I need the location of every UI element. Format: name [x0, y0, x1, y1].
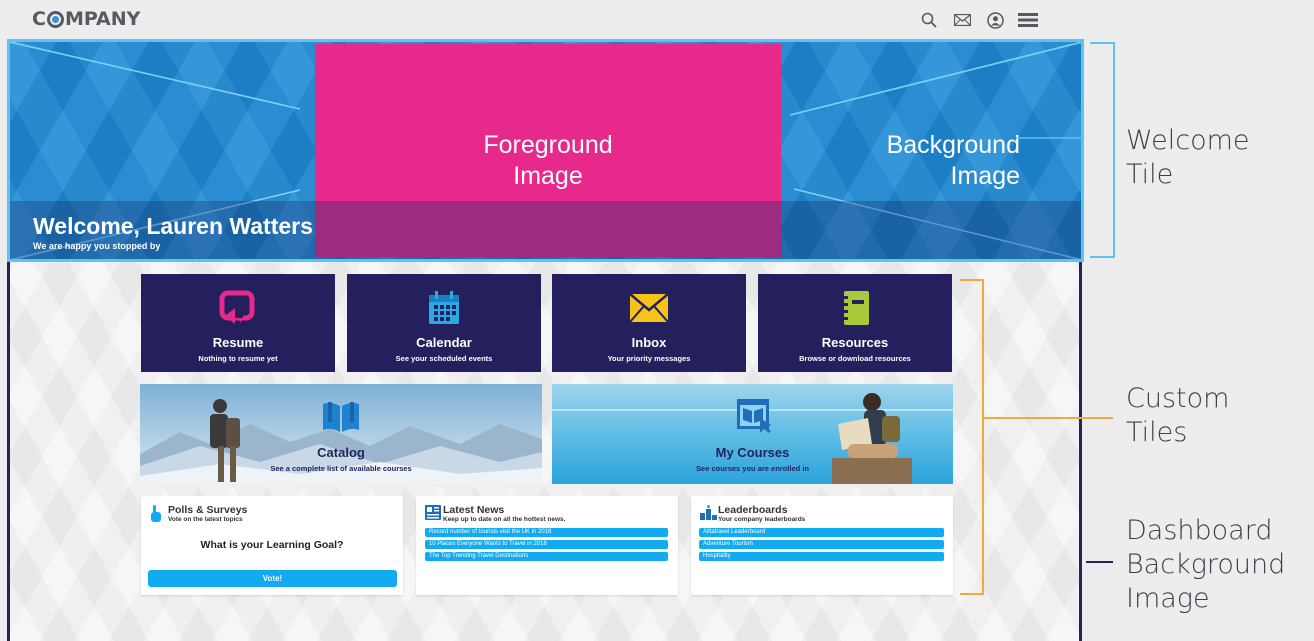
tile-my-courses[interactable]: My Courses See courses you are enrolled …: [552, 384, 953, 484]
polls-title: Polls & Surveys: [168, 504, 248, 516]
calendar-icon: [347, 290, 541, 326]
podium-icon: [700, 505, 717, 525]
news-card: Latest News Keep up to date on all the h…: [416, 496, 678, 595]
notebook-icon: [758, 290, 952, 326]
leaderboards-card: Leaderboards Your company leaderboards A…: [691, 496, 953, 595]
leaderboards-title: Leaderboards: [718, 504, 788, 516]
annotation-dash-line2: Background: [1126, 549, 1286, 580]
tile-title: Inbox: [631, 335, 667, 350]
news-subtitle: Keep up to date on all the hottest news.: [443, 516, 566, 523]
polls-card: Polls & Surveys Vote on the latest topic…: [141, 496, 403, 595]
annotation-custom-tiles: Custom Tiles: [1126, 382, 1229, 450]
annotation-dashboard-background: Dashboard Background Image: [1126, 514, 1285, 616]
tile-title: Catalog: [317, 445, 365, 460]
envelope-icon: [552, 294, 746, 322]
tile-subtitle: See your scheduled events: [395, 354, 493, 363]
page: C MPANY Foreground Image Background Imag…: [0, 0, 1314, 641]
tile-subtitle: See courses you are enrolled in: [696, 464, 809, 473]
resume-icon: [141, 290, 335, 326]
tile-title: Calendar: [416, 335, 472, 350]
leaderboard-item[interactable]: Hospitality: [699, 552, 944, 561]
vote-button[interactable]: Vote!: [148, 570, 397, 587]
tile-subtitle: See a complete list of available courses: [270, 464, 412, 473]
annotation-welcome-line1: Welcome: [1126, 125, 1250, 156]
poll-question: What is your Learning Goal?: [200, 539, 344, 551]
tile-title: My Courses: [715, 445, 790, 460]
tile-title: Resources: [821, 335, 889, 350]
annotation-custom-line1: Custom: [1126, 383, 1230, 414]
tile-catalog[interactable]: Catalog See a complete list of available…: [140, 384, 542, 484]
annotation-custom-line2: Tiles: [1126, 417, 1188, 448]
hand-pointer-icon: [150, 505, 162, 528]
leaderboards-subtitle: Your company leaderboards: [718, 516, 806, 523]
tile-subtitle: Browse or download resources: [799, 354, 911, 363]
news-item[interactable]: 10 Places Everyone Wants to Travel in 20…: [425, 540, 668, 549]
annotation-welcome-tile: Welcome Tile: [1126, 124, 1250, 192]
annotation-dash-line3: Image: [1126, 583, 1210, 614]
tile-title: Resume: [212, 335, 264, 350]
news-title: Latest News: [443, 504, 505, 516]
tile-subtitle: Nothing to resume yet: [198, 354, 278, 363]
tile-calendar[interactable]: Calendar See your scheduled events: [347, 274, 541, 372]
annotation-welcome-line2: Tile: [1126, 159, 1174, 190]
tile-subtitle: Your priority messages: [607, 354, 691, 363]
tile-resources[interactable]: Resources Browse or download resources: [758, 274, 952, 372]
news-item[interactable]: Record number of tourists visit the UK i…: [425, 528, 668, 537]
newspaper-icon: [425, 505, 441, 525]
leaderboard-item[interactable]: Adventure Tourism: [699, 540, 944, 549]
tile-inbox[interactable]: Inbox Your priority messages: [552, 274, 746, 372]
news-item[interactable]: The Top Trending Travel Destinations: [425, 552, 668, 561]
leaderboard-item[interactable]: Alltatravel Leaderboard: [699, 528, 944, 537]
polls-subtitle: Vote on the latest topics: [168, 516, 243, 523]
tile-resume[interactable]: Resume Nothing to resume yet: [141, 274, 335, 372]
annotation-dash-line1: Dashboard: [1126, 515, 1273, 546]
book-icon: [321, 400, 361, 439]
course-icon: [736, 398, 774, 439]
